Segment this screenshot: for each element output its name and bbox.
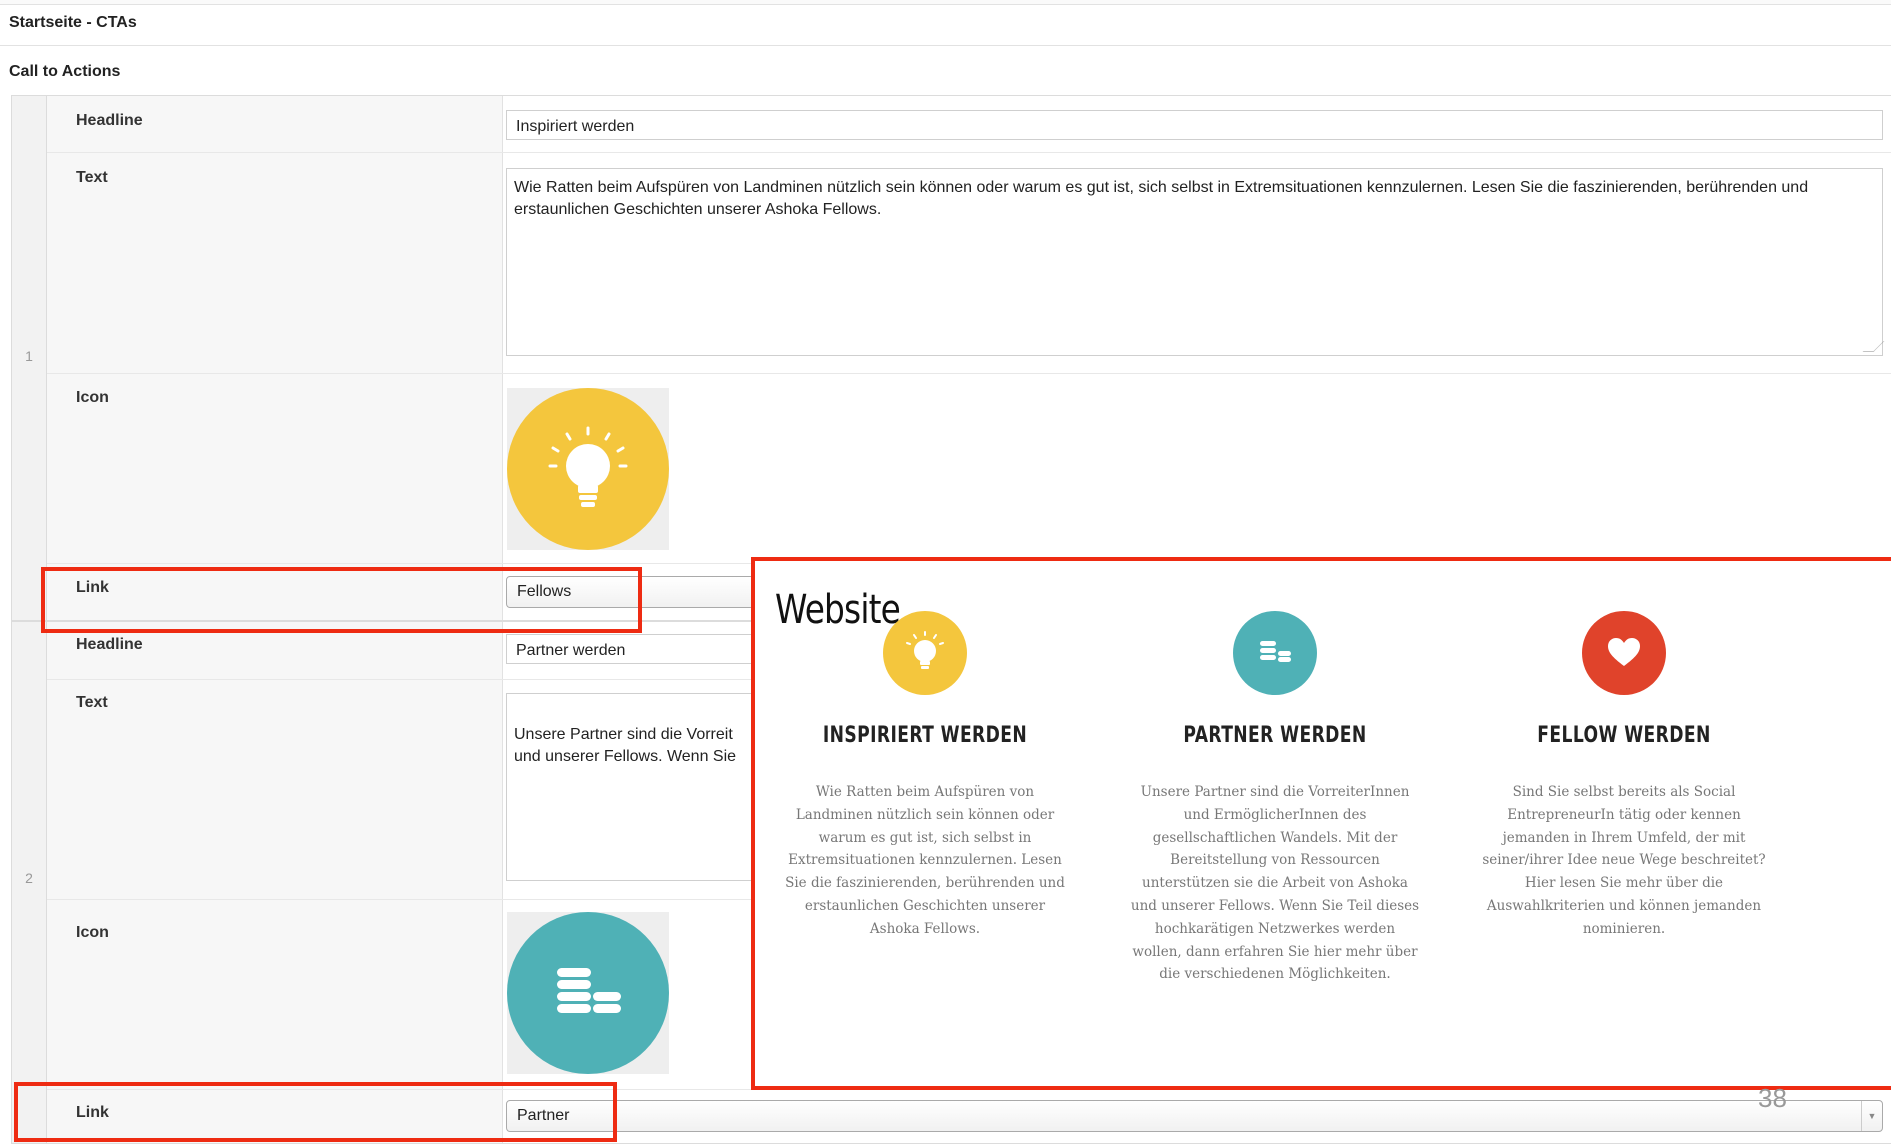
text-textarea[interactable]: Wie Ratten beim Aufspüren von Landminen …	[506, 168, 1885, 356]
icon-preview[interactable]	[507, 388, 669, 550]
website-label: Website	[775, 587, 901, 633]
labels-column-2	[47, 622, 503, 1143]
link-select[interactable]: Partner ▼	[506, 1100, 1883, 1132]
top-border	[0, 0, 1891, 5]
text-value: Wie Ratten beim Aufspüren von Landminen …	[514, 179, 1809, 218]
cta-text: Sind Sie selbst bereits als Social Entre…	[1482, 784, 1766, 937]
text-value: Unsere Partner sind die Vorreit und unse…	[514, 726, 737, 765]
lightbulb-icon	[507, 388, 669, 550]
coins-icon	[507, 912, 669, 1074]
cta-text: Wie Ratten beim Aufspüren von Landminen …	[785, 784, 1065, 937]
field-divider	[47, 373, 1891, 374]
heart-icon	[1582, 611, 1666, 695]
section-title: Startseite - CTAs	[9, 14, 137, 31]
lightbulb-icon	[883, 611, 967, 695]
text-label: Text	[76, 169, 108, 186]
cta-text: Unsere Partner sind die VorreiterInnen u…	[1130, 784, 1420, 983]
page-number: 38	[1758, 1083, 1787, 1113]
row-number: 1	[25, 348, 33, 364]
row-handle-1[interactable]: 1	[12, 96, 47, 620]
icon-preview[interactable]	[507, 912, 669, 1074]
chevron-down-icon[interactable]: ▼	[1861, 1101, 1882, 1131]
cta-title: FELLOW WERDEN	[1537, 723, 1711, 748]
icon-label: Icon	[76, 924, 109, 941]
field-group-title: Call to Actions	[9, 63, 121, 80]
cta-title: INSPIRIERT WERDEN	[822, 723, 1028, 748]
row-handle-2[interactable]: 2	[12, 622, 47, 1143]
text-label: Text	[76, 694, 108, 711]
row-number: 2	[25, 870, 33, 886]
link-highlight-1	[41, 567, 642, 633]
link-highlight-2	[14, 1082, 617, 1142]
resize-handle[interactable]	[1862, 341, 1885, 352]
field-divider	[47, 152, 1891, 153]
divider	[0, 45, 1891, 46]
coins-icon	[1233, 611, 1317, 695]
headline-label: Headline	[76, 112, 143, 129]
cta-title: PARTNER WERDEN	[1183, 723, 1367, 748]
labels-column-1	[47, 96, 503, 620]
icon-label: Icon	[76, 389, 109, 406]
headline-input[interactable]: Inspiriert werden	[506, 110, 1883, 140]
headline-label: Headline	[76, 636, 143, 653]
website-preview: Website INSPIRIERT WERDEN Wie Ratten bei	[751, 557, 1891, 1090]
